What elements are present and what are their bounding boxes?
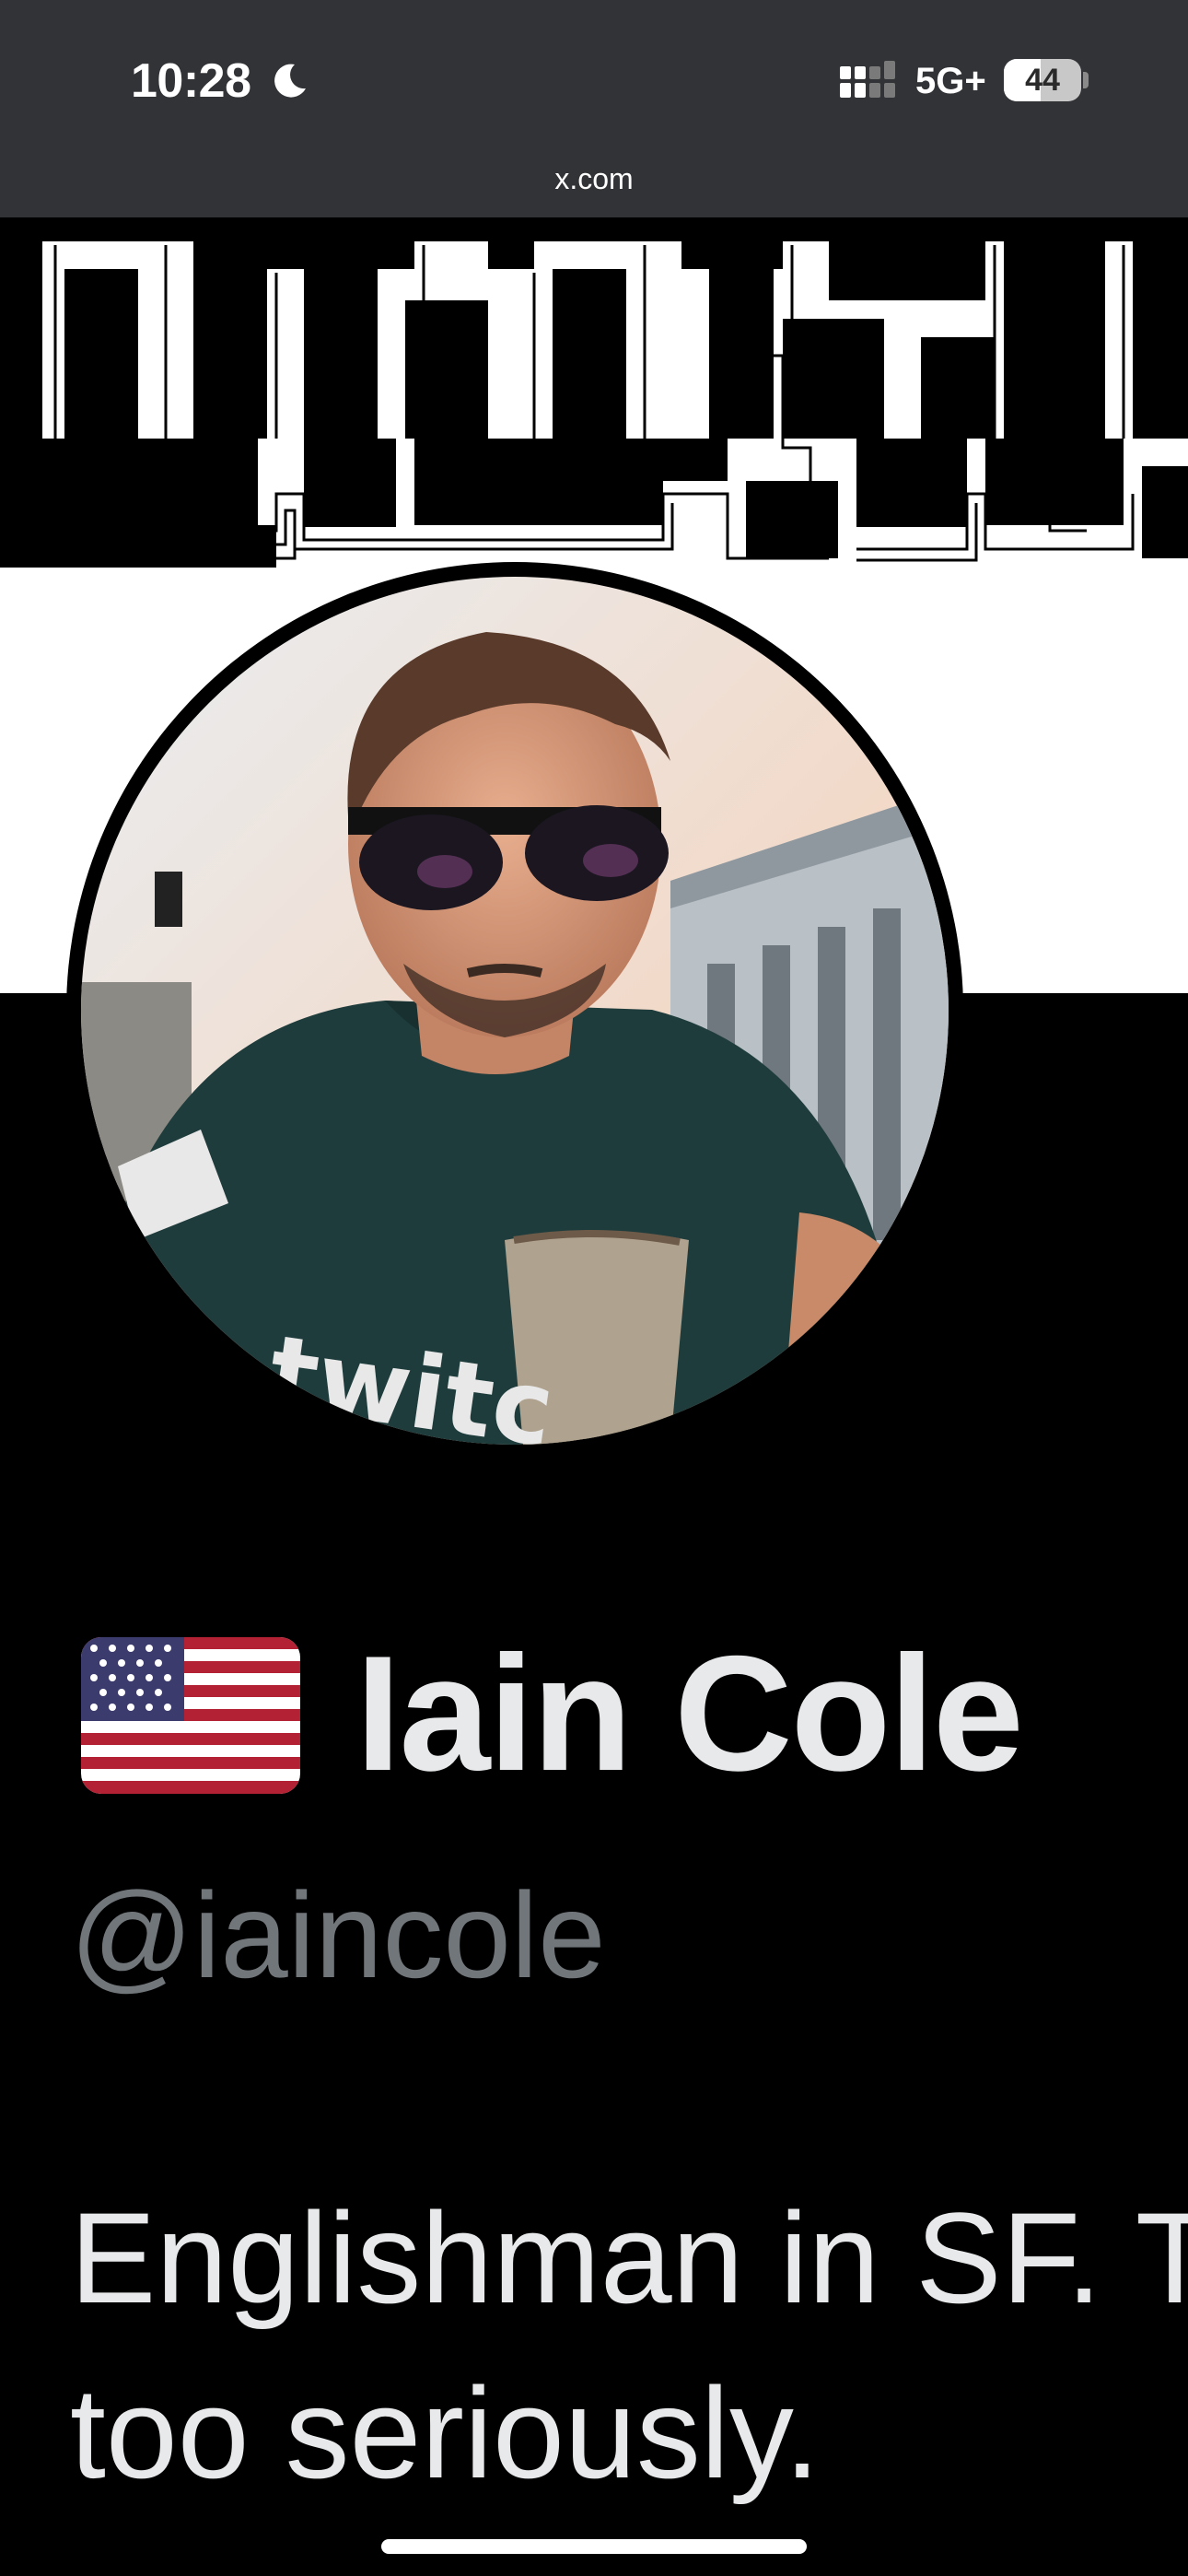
signal-icon bbox=[840, 61, 895, 98]
home-indicator[interactable] bbox=[381, 2539, 807, 2554]
moon-icon bbox=[274, 64, 306, 98]
profile-handle: @iaincole bbox=[70, 1868, 606, 2003]
profile-bio: Englishman in SF. T too seriously. bbox=[70, 2171, 1188, 2521]
url-bar[interactable]: x.com bbox=[0, 162, 1188, 196]
battery-level: 44 bbox=[1025, 63, 1060, 98]
bio-line: too seriously. bbox=[70, 2360, 821, 2505]
avatar-photo: twitc bbox=[81, 577, 949, 1445]
status-bar: 10:28 5G+ 44 x.com bbox=[0, 0, 1188, 217]
bio-line: Englishman in SF. T bbox=[70, 2185, 1188, 2330]
profile-page: 10:28 5G+ 44 x.com twitc Iain Cole @iain… bbox=[0, 0, 1188, 2576]
status-time: 10:28 bbox=[131, 54, 251, 108]
us-flag-icon bbox=[81, 1637, 300, 1794]
network-type: 5G+ bbox=[915, 61, 986, 101]
profile-avatar[interactable]: twitc bbox=[66, 562, 963, 1459]
display-name: Iain Cole bbox=[355, 1622, 1024, 1805]
name-row: Iain Cole bbox=[81, 1622, 1188, 1806]
battery-icon: 44 bbox=[1004, 59, 1089, 103]
